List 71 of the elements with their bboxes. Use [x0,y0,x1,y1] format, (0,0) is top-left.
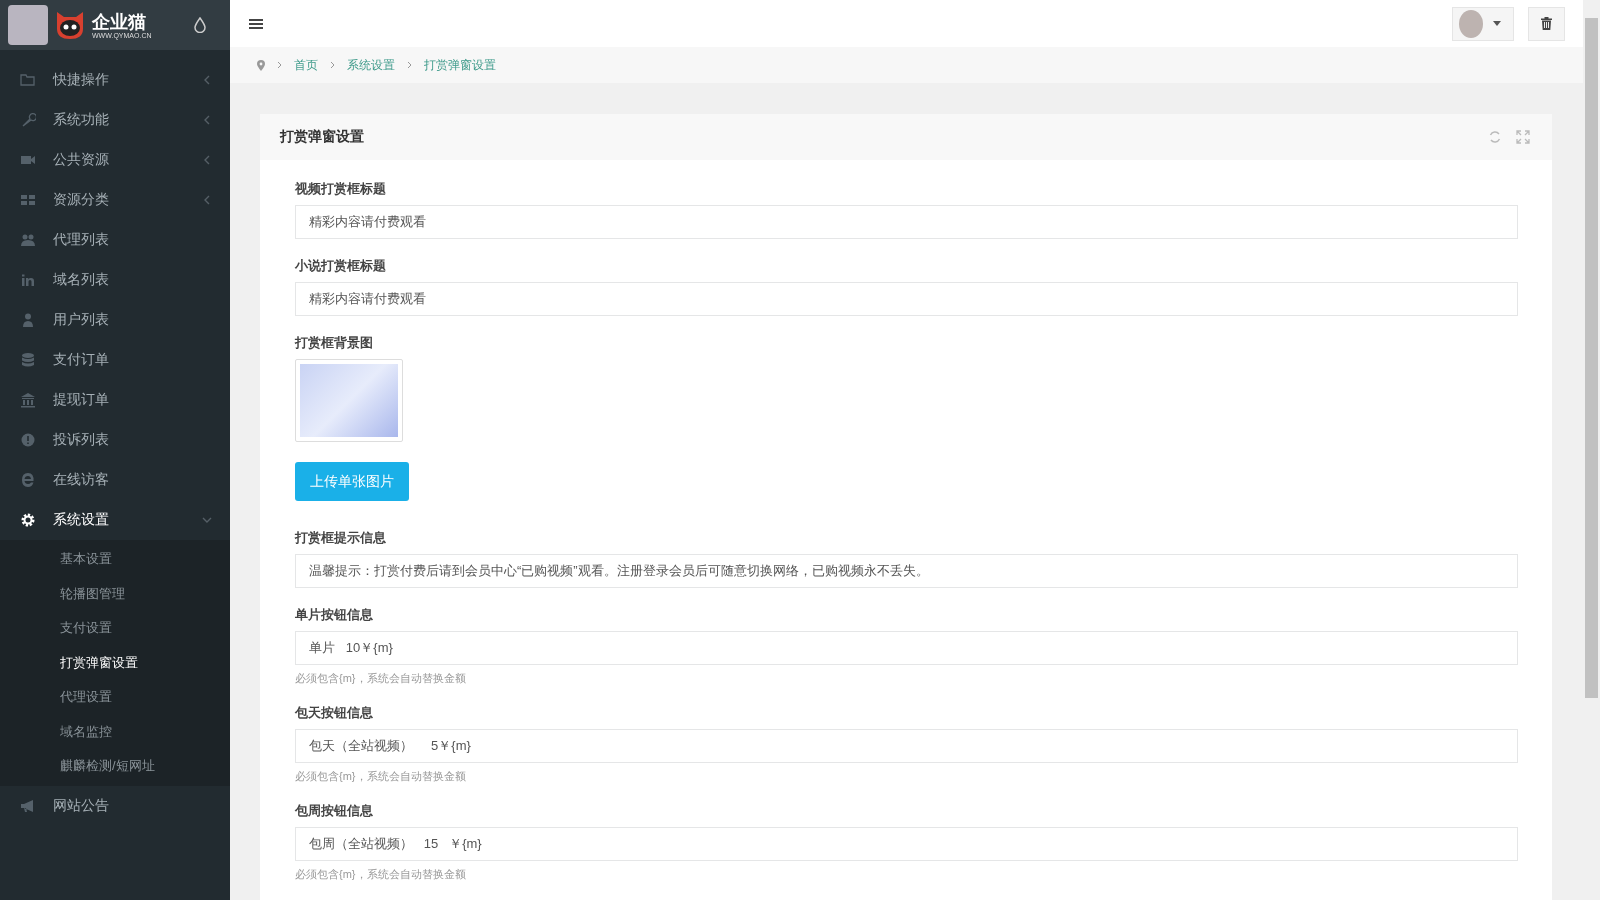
menu-icon[interactable] [249,17,263,30]
sidebar-item[interactable]: 公共资源 [0,140,230,180]
gear-icon [20,512,36,528]
sidebar-item[interactable]: 系统功能 [0,100,230,140]
sidebar-item[interactable]: 系统设置 [0,500,230,540]
chevron-icon [202,195,212,205]
in-icon [20,272,36,288]
cat-logo-icon [54,9,86,41]
submenu-item[interactable]: 麒麟检测/短网址 [0,749,230,784]
submenu-item[interactable]: 打赏弹窗设置 [0,645,230,680]
e-icon [20,472,36,488]
text-field[interactable]: 精彩内容请付费观看 [295,205,1518,239]
sidebar-item[interactable]: 网站公告 [0,785,230,826]
alert-icon [20,432,36,448]
grid-icon [20,192,36,208]
folder-icon [20,72,36,88]
sidebar-item[interactable]: 快捷操作 [0,60,230,100]
wrench-icon [20,112,36,128]
sidebar-item[interactable]: 在线访客 [0,460,230,500]
text-field[interactable]: 温馨提示：打赏付费后请到会员中心“已购视频”观看。注册登录会员后可随意切换网络，已购视频永不丢失。 [295,554,1518,588]
brand-name: 企业猫 [92,11,147,32]
drop-icon[interactable] [194,17,206,33]
chevron-icon [202,115,212,125]
trash-icon [1541,17,1552,31]
text-field[interactable]: 精彩内容请付费观看 [295,282,1518,316]
text-field[interactable]: 包周（全站视频） 15 ￥{m} [295,827,1518,861]
field-label: 包周按钮信息 [295,802,373,820]
field-label: 视频打赏框标题 [295,180,386,198]
chevron-icon [202,75,212,85]
sidebar-item[interactable]: 支付订单 [0,340,230,380]
bank-icon [20,392,36,408]
sidebar-item[interactable]: 资源分类 [0,180,230,220]
user-icon [20,312,36,328]
chevron-right-icon [330,61,335,70]
chevron-right-icon [407,61,412,70]
help-text: 必须包含{m}，系统会自动替换金额 [295,867,466,882]
fullscreen-icon[interactable] [1516,130,1530,144]
trash-button[interactable] [1528,6,1565,41]
submenu-item[interactable]: 基本设置 [0,542,230,577]
user-menu-button[interactable] [1452,6,1514,41]
panel-title: 打赏弹窗设置 [280,128,365,146]
photo-placeholder [8,5,48,45]
chevron-icon [202,155,212,165]
help-text: 必须包含{m}，系统会自动替换金额 [295,671,466,686]
sidebar-item[interactable]: 域名列表 [0,260,230,300]
text-field[interactable]: 单片 10￥{m} [295,631,1518,665]
chevron-right-icon [277,61,282,70]
field-label: 打赏框背景图 [295,334,373,352]
location-pin-icon [257,59,265,71]
avatar-placeholder [1459,9,1483,38]
sidebar-item[interactable]: 用户列表 [0,300,230,340]
submenu-item[interactable]: 支付设置 [0,611,230,646]
help-text: 必须包含{m}，系统会自动替换金额 [295,769,466,784]
caret-icon [1493,21,1501,27]
bullhorn-icon [20,797,36,814]
sidebar-item[interactable]: 提现订单 [0,380,230,420]
submenu-item[interactable]: 轮播图管理 [0,576,230,611]
users-icon [20,232,36,248]
sidebar-item[interactable]: 代理列表 [0,220,230,260]
refresh-icon[interactable] [1488,130,1502,144]
field-label: 小说打赏框标题 [295,257,386,275]
submenu-item[interactable]: 代理设置 [0,680,230,715]
sidebar-item[interactable]: 投诉列表 [0,420,230,460]
scrollbar[interactable] [1583,0,1600,900]
field-label: 单片按钮信息 [295,606,373,624]
field-label: 打赏框提示信息 [295,529,386,547]
submenu-item[interactable]: 域名监控 [0,714,230,749]
db-icon [20,352,36,368]
text-field[interactable]: 包天（全站视频） 5￥{m} [295,729,1518,763]
field-label: 包天按钮信息 [295,704,373,722]
chevron-icon [202,515,212,525]
